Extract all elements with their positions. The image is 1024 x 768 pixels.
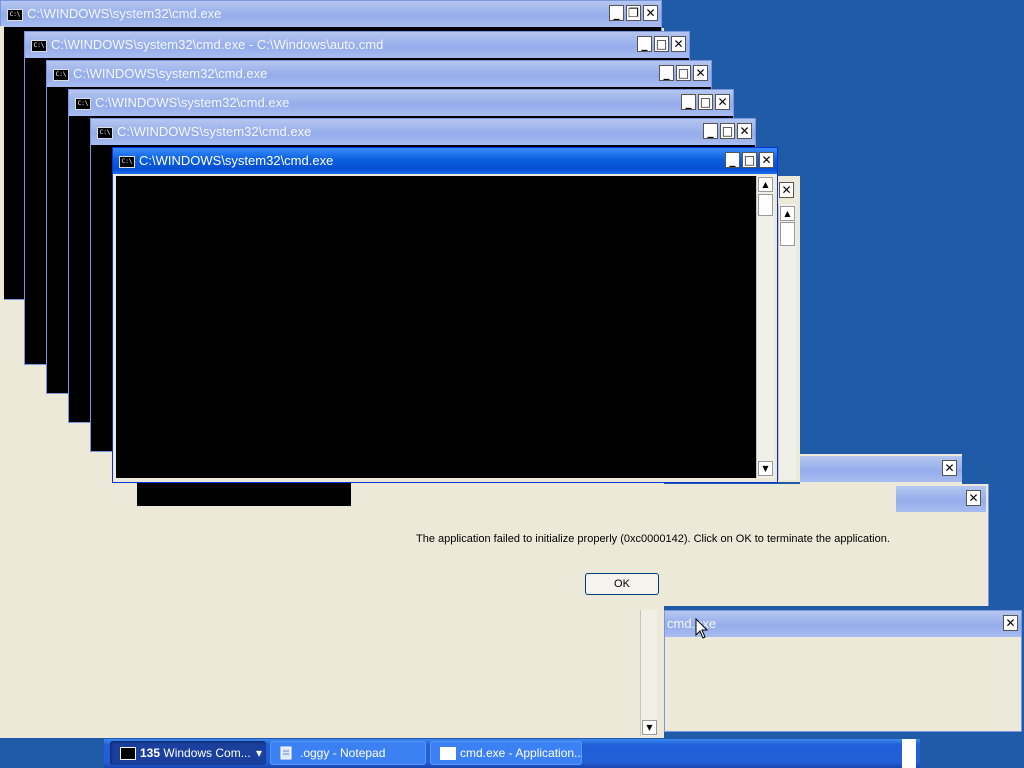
close-button[interactable]: ✕: [942, 460, 957, 476]
cmd-window-active[interactable]: C:\ C:\WINDOWS\system32\cmd.exe _ □ ✕ ▲ …: [112, 147, 778, 483]
close-button[interactable]: ✕: [643, 5, 658, 21]
minimize-button[interactable]: _: [725, 152, 740, 168]
scroll-thumb[interactable]: [758, 194, 773, 216]
scroll-thumb[interactable]: [780, 222, 795, 246]
maximize-button[interactable]: □: [720, 123, 735, 139]
taskbar: 135 Windows Com... ▾ .oggy - Notepad cmd…: [104, 739, 920, 768]
minimize-button[interactable]: _: [637, 36, 652, 52]
maximize-button[interactable]: □: [698, 94, 713, 110]
error-dialog: [350, 484, 989, 606]
window-title: C:\WINDOWS\system32\cmd.exe - C:\Windows…: [51, 37, 384, 52]
group-count: 135: [140, 746, 161, 760]
cmd-window-active-titlebar[interactable]: C:\ C:\WINDOWS\system32\cmd.exe _ □ ✕: [113, 148, 777, 174]
background-scrollbar[interactable]: ▼: [640, 610, 657, 736]
taskbar-separator: [902, 739, 916, 768]
notepad-label: .oggy - Notepad: [300, 746, 386, 760]
console-strip: [137, 482, 351, 506]
taskbar-notepad[interactable]: .oggy - Notepad: [270, 741, 426, 765]
hidden-window-scrollbar[interactable]: ▲: [778, 204, 796, 480]
secondary-dialog-titlebar[interactable]: [800, 456, 962, 482]
minimize-button[interactable]: _: [659, 65, 674, 81]
cmd-window-2-titlebar[interactable]: C:\ C:\WINDOWS\system32\cmd.exe - C:\Win…: [25, 32, 689, 58]
console-output[interactable]: [116, 176, 756, 478]
maximize-button[interactable]: □: [742, 152, 757, 168]
desktop: { "windows": { "w1": {"title": "C:\\WIND…: [0, 0, 1024, 768]
maximize-button[interactable]: □: [654, 36, 669, 52]
cmd-window-3-titlebar[interactable]: C:\ C:\WINDOWS\system32\cmd.exe _ □ ✕: [47, 61, 711, 87]
scroll-up-arrow[interactable]: ▲: [780, 206, 795, 221]
close-button[interactable]: ✕: [779, 182, 794, 198]
group-label: Windows Com...: [163, 746, 251, 760]
window-title: C:\WINDOWS\system32\cmd.exe: [27, 6, 222, 21]
window-title: C:\WINDOWS\system32\cmd.exe: [95, 95, 290, 110]
cmd-window-4-titlebar[interactable]: C:\ C:\WINDOWS\system32\cmd.exe _ □ ✕: [69, 90, 733, 116]
cmd-error-label: cmd.exe - Application...: [460, 746, 582, 760]
minimize-button[interactable]: _: [681, 94, 696, 110]
taskbar-cmd-error[interactable]: cmd.exe - Application...: [430, 741, 582, 765]
dropdown-arrow-icon: ▾: [255, 746, 262, 760]
console-icon: C:\: [31, 40, 47, 52]
close-button[interactable]: ✕: [966, 490, 981, 506]
close-button[interactable]: ✕: [1003, 615, 1018, 631]
console-icon: C:\: [7, 9, 23, 21]
small-dialog[interactable]: cmd.exe ✕: [664, 610, 1022, 732]
close-button[interactable]: ✕: [737, 123, 752, 139]
console-icon: C:\: [97, 127, 113, 139]
close-button[interactable]: ✕: [715, 94, 730, 110]
window-title: C:\WINDOWS\system32\cmd.exe: [139, 153, 334, 168]
minimize-button[interactable]: _: [609, 5, 624, 21]
maximize-button[interactable]: □: [676, 65, 691, 81]
scroll-down-arrow[interactable]: ▼: [642, 720, 657, 735]
window-title: C:\WINDOWS\system32\cmd.exe: [117, 124, 312, 139]
ok-button[interactable]: OK: [585, 573, 659, 595]
scroll-up-arrow[interactable]: ▲: [758, 177, 773, 192]
restore-button[interactable]: ❐: [626, 5, 641, 21]
scroll-down-arrow[interactable]: ▼: [758, 461, 773, 476]
close-button[interactable]: ✕: [693, 65, 708, 81]
cmd-window-1-titlebar[interactable]: C:\ C:\WINDOWS\system32\cmd.exe _ ❐ ✕: [1, 1, 661, 27]
console-icon: C:\: [75, 98, 91, 110]
window-1-edge: [0, 26, 4, 300]
taskbar-group-cmd[interactable]: 135 Windows Com... ▾: [110, 741, 266, 765]
console-icon: [120, 747, 136, 760]
vertical-scrollbar[interactable]: ▲ ▼: [756, 176, 774, 478]
console-icon: C:\: [53, 69, 69, 81]
cmd-window-5-titlebar[interactable]: C:\ C:\WINDOWS\system32\cmd.exe _ □ ✕: [91, 119, 755, 145]
console-icon: C:\: [119, 156, 135, 168]
small-dialog-titlebar[interactable]: cmd.exe ✕: [665, 611, 1021, 637]
close-button[interactable]: ✕: [671, 36, 686, 52]
notepad-icon: [280, 746, 292, 760]
mouse-cursor-icon: [695, 618, 709, 639]
window-title: C:\WINDOWS\system32\cmd.exe: [73, 66, 268, 81]
close-button[interactable]: ✕: [759, 152, 774, 168]
minimize-button[interactable]: _: [703, 123, 718, 139]
error-message: The application failed to initialize pro…: [416, 533, 890, 545]
window-icon: [440, 747, 456, 760]
